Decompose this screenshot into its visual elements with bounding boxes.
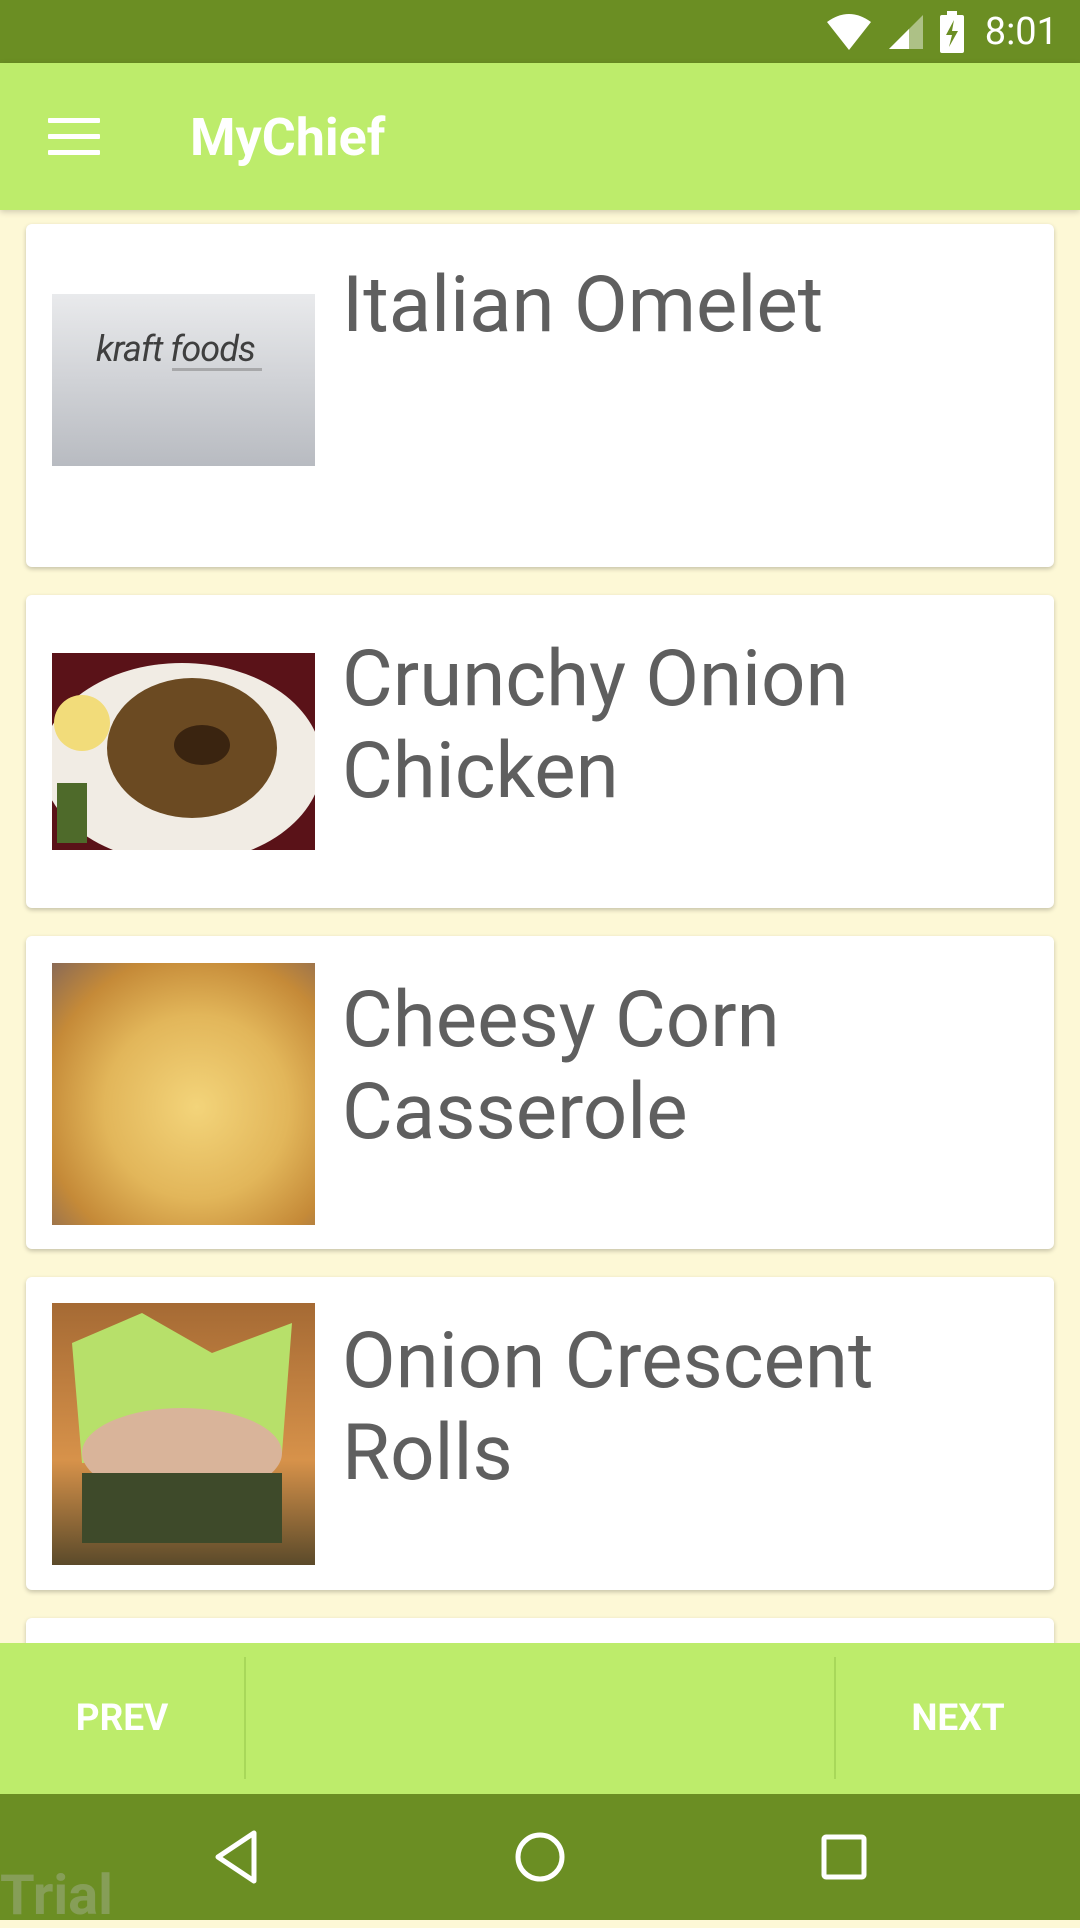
cell-signal-icon	[888, 14, 923, 49]
recipe-title: Cheesy Corn Casserole	[342, 975, 780, 1158]
battery-charging-icon	[939, 10, 964, 53]
next-button[interactable]: NEXT	[836, 1643, 1080, 1794]
recipe-card[interactable]: Crunchy Onion Chicken	[26, 595, 1054, 908]
status-icons: 8:01	[825, 0, 1058, 63]
divider	[244, 1657, 246, 1779]
recipe-thumbnail: kraft foods	[52, 294, 315, 466]
status-bar: 8:01	[0, 0, 1080, 63]
recipe-card[interactable]	[26, 1618, 1054, 1643]
clock: 8:01	[984, 9, 1058, 54]
hamburger-menu-icon[interactable]	[48, 118, 100, 156]
recipe-card[interactable]: Cheesy Corn Casserole	[26, 936, 1054, 1249]
recipe-list[interactable]: kraft foods Italian Omelet Crunchy Onion…	[0, 210, 1080, 1643]
recents-icon[interactable]	[814, 1827, 874, 1887]
recipe-thumbnail	[52, 653, 315, 850]
pager-bar: PREV NEXT	[0, 1643, 1080, 1794]
recipe-thumbnail	[52, 963, 315, 1225]
prev-button[interactable]: PREV	[0, 1643, 244, 1794]
back-icon[interactable]	[208, 1827, 268, 1887]
recipe-title: Italian Omelet	[342, 260, 824, 351]
recipe-title: Crunchy Onion Chicken	[342, 634, 849, 817]
recipe-card[interactable]: kraft foods Italian Omelet	[26, 224, 1054, 567]
recipe-thumbnail	[52, 1303, 315, 1565]
home-icon[interactable]	[510, 1827, 570, 1887]
bread-basket-image	[72, 1313, 292, 1543]
trial-watermark: Trial	[0, 1862, 113, 1928]
recipe-title: Onion Crescent Rolls	[342, 1316, 874, 1499]
kraft-logo-text: kraft foods	[96, 328, 256, 370]
wifi-icon	[826, 13, 871, 50]
app-title: MyChief	[190, 107, 386, 168]
app-bar: MyChief	[0, 63, 1080, 210]
recipe-card[interactable]: Onion Crescent Rolls	[26, 1277, 1054, 1590]
system-nav-bar	[0, 1794, 1080, 1920]
chicken-plate-image	[52, 663, 315, 850]
